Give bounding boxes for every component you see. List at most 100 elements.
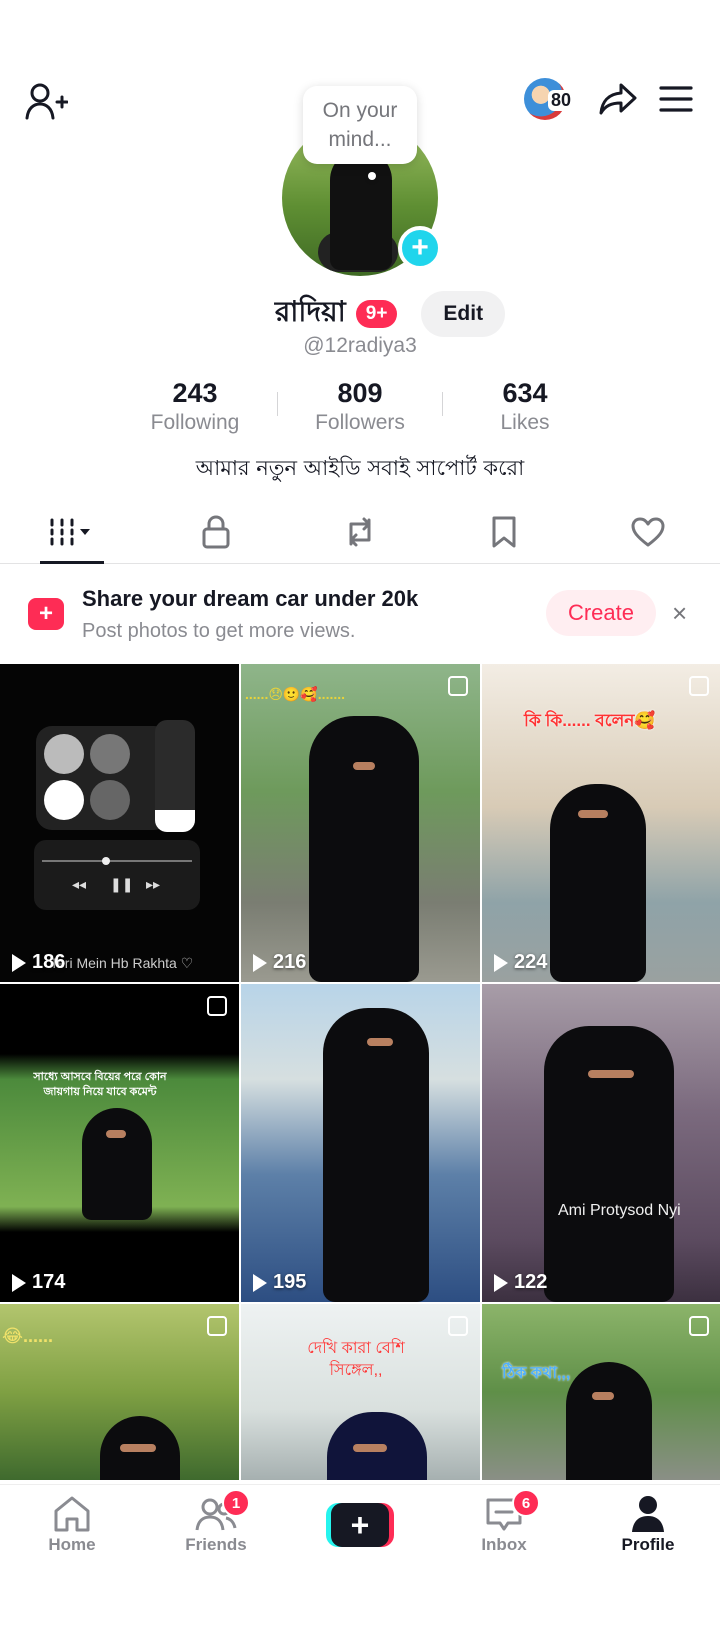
stat-following[interactable]: 243 Following	[113, 378, 277, 435]
bottom-nav: Home 1 Friends + 6 Inbox Profile	[0, 1484, 720, 1584]
video-thumbnail[interactable]: ◂◂ ❚❚ ▸▸ Teri Mein Hb Rakhta ♡ 186	[0, 664, 239, 982]
play-icon	[494, 1273, 508, 1292]
profile-stats: 243 Following 809 Followers 634 Likes	[0, 378, 720, 435]
username: @12radiya3	[303, 334, 417, 357]
tab-reposts[interactable]	[288, 500, 432, 564]
tab-liked[interactable]	[576, 500, 720, 564]
inbox-badge: 6	[512, 1489, 540, 1517]
nav-inbox[interactable]: 6 Inbox	[432, 1485, 576, 1585]
menu-icon[interactable]	[656, 79, 696, 119]
video-caption: দেখি কারা বেশি সিঙ্গেল,,	[307, 1340, 405, 1379]
home-icon	[54, 1496, 90, 1532]
add-story-icon[interactable]: +	[398, 226, 442, 270]
video-thumbnail[interactable]: সাধ্যে আসবে বিয়ের পরে কোন জায়গায় নিয়…	[0, 984, 239, 1302]
add-friend-icon[interactable]	[24, 80, 69, 124]
tab-private[interactable]	[144, 500, 288, 564]
person-figure	[323, 1008, 429, 1302]
share-icon[interactable]	[598, 79, 638, 119]
video-thumbnail[interactable]: কি কি...... বলেন🥰 224	[482, 664, 720, 982]
close-icon[interactable]: ×	[672, 598, 687, 629]
promo-title: Share your dream car under 20k	[82, 586, 419, 611]
video-caption: Teri Mein Hb Rakhta ♡	[50, 955, 194, 971]
view-count: 224	[494, 951, 547, 974]
following-count: 243	[172, 378, 218, 408]
promo-subtitle: Post photos to get more views.	[82, 620, 356, 642]
video-grid: ◂◂ ❚❚ ▸▸ Teri Mein Hb Rakhta ♡ 186 .....…	[0, 664, 720, 1480]
player-widget: ◂◂ ❚❚ ▸▸	[34, 840, 200, 910]
likes-label: Likes	[500, 411, 550, 434]
edit-profile-button[interactable]: Edit	[421, 290, 506, 337]
stat-likes[interactable]: 634 Likes	[443, 378, 607, 435]
person-figure	[82, 1108, 152, 1220]
video-thumbnail[interactable]: 195	[241, 984, 480, 1302]
video-caption: কি কি...... বলেন🥰	[524, 711, 656, 730]
video-caption: সাধ্যে আসবে বিয়ের পরে কোন জায়গায় নিয়…	[33, 1071, 167, 1098]
story-count: 80	[548, 90, 575, 111]
followers-count: 809	[337, 378, 383, 408]
multi-photo-icon	[448, 1316, 468, 1336]
multi-photo-icon	[448, 676, 468, 696]
name-row: রাদিয়া 9+ Edit	[0, 290, 720, 337]
video-caption: ......😞🙂🥰.......	[245, 686, 346, 702]
tab-videos[interactable]	[0, 500, 144, 564]
view-count: 216	[253, 951, 306, 974]
create-plus-button[interactable]: +	[326, 1503, 394, 1547]
video-thumbnail[interactable]: 😂......	[0, 1304, 239, 1480]
play-icon	[494, 953, 508, 972]
profile-bio: আমার নতুন আইডি সবাই সাপোর্ট করো	[195, 456, 525, 480]
play-icon	[253, 1273, 267, 1292]
story-avatar[interactable]: 80	[524, 78, 575, 120]
video-thumbnail[interactable]: দেখি কারা বেশি সিঙ্গেল,,	[241, 1304, 480, 1480]
music-widget	[36, 726, 170, 830]
repost-icon	[349, 517, 371, 547]
person-figure	[309, 716, 419, 982]
lock-icon	[202, 515, 230, 549]
following-label: Following	[150, 411, 240, 434]
play-icon	[12, 953, 26, 972]
followers-label: Followers	[315, 411, 405, 434]
plus-icon: +	[331, 1503, 389, 1547]
video-caption: ঠিক কথা,,,	[502, 1365, 571, 1382]
notification-badge[interactable]: 9+	[355, 299, 398, 328]
person-figure	[544, 1026, 674, 1302]
nav-home[interactable]: Home	[0, 1485, 144, 1585]
top-right-actions: 80	[524, 78, 696, 120]
likes-count: 634	[502, 378, 548, 408]
profile-tabs	[0, 500, 720, 564]
photo-plus-icon: +	[28, 598, 64, 630]
friends-badge: 1	[222, 1489, 250, 1517]
nav-profile-label: Profile	[621, 1535, 675, 1554]
heart-icon	[631, 517, 665, 547]
multi-photo-icon	[207, 996, 227, 1016]
video-thumbnail[interactable]: Ami Protysod Nyi 122	[482, 984, 720, 1302]
bookmark-icon	[492, 516, 516, 548]
video-caption: Ami Protysod Nyi	[558, 1202, 681, 1219]
volume-slider	[155, 720, 195, 832]
profile-name: রাদিয়া	[274, 295, 346, 328]
status-bubble[interactable]: On your mind...	[303, 86, 417, 164]
nav-friends[interactable]: 1 Friends	[144, 1485, 288, 1585]
view-count: 122	[494, 1271, 547, 1294]
profile-icon	[632, 1496, 664, 1532]
nav-create[interactable]: +	[288, 1485, 432, 1585]
bubble-tail	[368, 172, 376, 180]
nav-friends-label: Friends	[185, 1535, 247, 1554]
nav-inbox-label: Inbox	[481, 1535, 527, 1554]
nav-home-label: Home	[48, 1535, 96, 1554]
view-count: 174	[12, 1271, 65, 1294]
multi-photo-icon	[689, 1316, 709, 1336]
multi-photo-icon	[689, 676, 709, 696]
tab-favorites[interactable]	[432, 500, 576, 564]
promo-banner: + Share your dream car under 20k Post ph…	[0, 576, 720, 650]
grid-bars-icon	[50, 518, 90, 546]
video-thumbnail[interactable]: ঠিক কথা,,,	[482, 1304, 720, 1480]
view-count: 195	[253, 1271, 306, 1294]
play-icon	[12, 1273, 26, 1292]
stat-followers[interactable]: 809 Followers	[278, 378, 442, 435]
video-thumbnail[interactable]: ......😞🙂🥰....... 216	[241, 664, 480, 982]
view-count: 186	[12, 951, 65, 974]
video-caption: 😂......	[2, 1326, 54, 1346]
create-button[interactable]: Create	[546, 590, 656, 636]
person-figure	[566, 1362, 652, 1480]
nav-profile[interactable]: Profile	[576, 1485, 720, 1585]
